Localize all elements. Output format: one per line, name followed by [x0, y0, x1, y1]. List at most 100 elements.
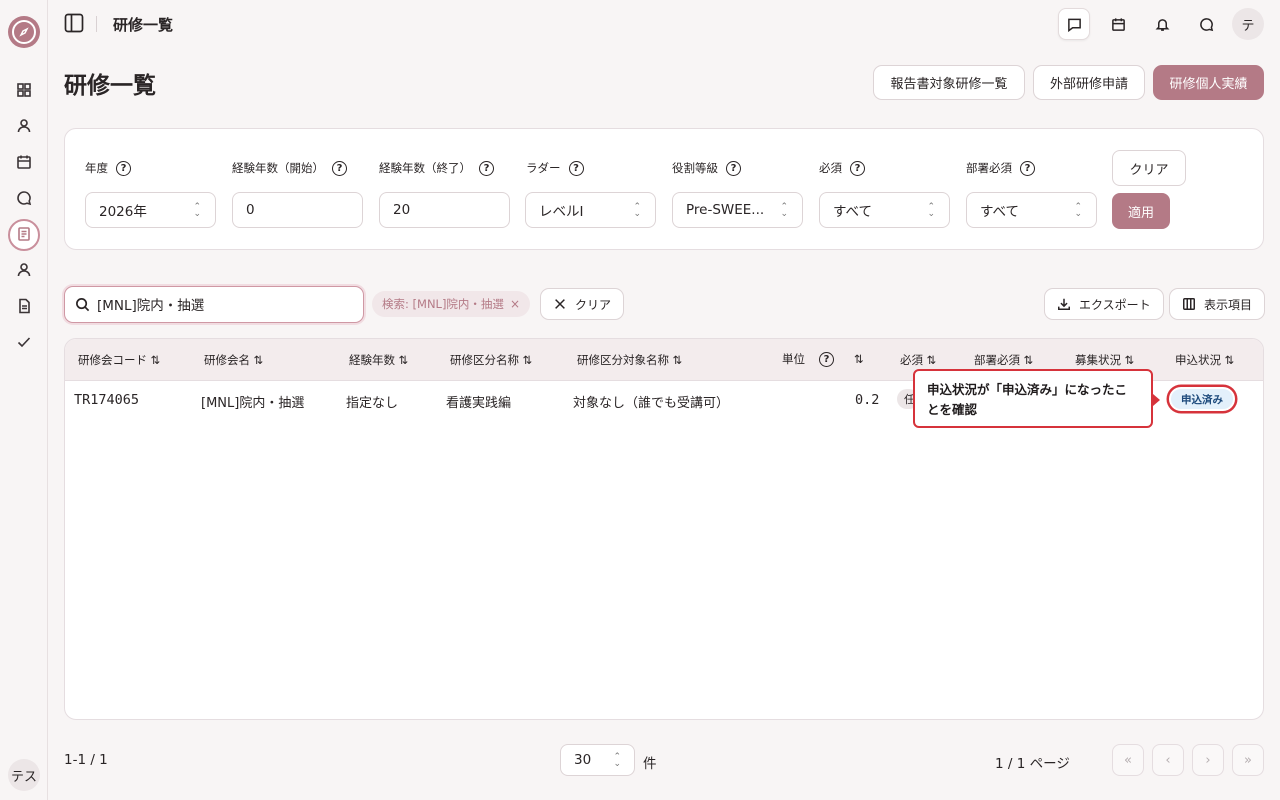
chevron-updown-icon: ⌃ ⌄	[1074, 202, 1082, 219]
filter-label-exp-start: 経験年数（開始）?	[232, 160, 347, 176]
feedback-button[interactable]	[1058, 8, 1090, 40]
filter-label-required: 必須?	[819, 160, 865, 176]
help-icon[interactable]: ?	[1020, 160, 1035, 176]
required-select[interactable]: すべて ⌃ ⌄	[819, 192, 950, 228]
help-icon[interactable]: ?	[116, 160, 131, 176]
search-box[interactable]	[64, 286, 364, 323]
help-icon[interactable]: ?	[819, 351, 834, 367]
column-header-code[interactable]: 研修会コード ⇅	[78, 352, 160, 368]
calendar-icon[interactable]	[14, 152, 34, 172]
compass-icon	[12, 20, 36, 44]
calendar-button[interactable]	[1102, 8, 1134, 40]
column-header-application[interactable]: 申込状況 ⇅	[1175, 352, 1234, 368]
search-input[interactable]	[97, 294, 347, 314]
per-page-select[interactable]: 30 ⌃ ⌄	[560, 744, 635, 776]
sort-icon: ⇅	[672, 353, 683, 367]
sort-icon: ⇅	[1224, 353, 1235, 367]
chevrons-right-icon: »	[1244, 752, 1252, 768]
profile-icon[interactable]	[14, 260, 34, 280]
column-header-required[interactable]: 必須 ⇅	[900, 352, 936, 368]
filter-label-role: 役割等級?	[672, 160, 741, 176]
close-icon[interactable]: ×	[510, 297, 520, 311]
export-button[interactable]: エクスポート	[1044, 288, 1164, 320]
sidebar-user-avatar[interactable]: テス	[8, 759, 40, 791]
dept-required-select[interactable]: すべて ⌃ ⌄	[966, 192, 1097, 228]
per-page-unit: 件	[643, 756, 657, 772]
external-training-apply-button[interactable]: 外部研修申請	[1033, 65, 1145, 100]
cell-category: 看護実践編	[446, 396, 512, 411]
filter-label-exp-end: 経験年数（終了）?	[379, 160, 494, 176]
exp-start-input[interactable]: 0	[232, 192, 363, 228]
search-filter-chip: 検索: [MNL]院内・抽選 ×	[372, 291, 530, 317]
sidebar-toggle-icon[interactable]	[64, 13, 84, 33]
user-icon[interactable]	[14, 116, 34, 136]
role-select[interactable]: Pre-SWEE... ⌃ ⌄	[672, 192, 803, 228]
chat-icon[interactable]	[14, 188, 34, 208]
messages-button[interactable]	[1190, 8, 1222, 40]
result-range: 1-1 / 1	[64, 752, 108, 768]
column-header-target[interactable]: 研修区分対象名称 ⇅	[577, 352, 682, 368]
dashboard-icon[interactable]	[14, 80, 34, 100]
column-header-name[interactable]: 研修会名 ⇅	[204, 352, 263, 368]
sort-icon: ⇅	[854, 352, 864, 366]
help-icon[interactable]: ?	[568, 160, 584, 176]
report-target-list-button[interactable]: 報告書対象研修一覧	[873, 65, 1025, 100]
help-icon[interactable]: ?	[332, 160, 347, 176]
page-title: 研修一覧	[64, 73, 156, 99]
cell-units: 0.2	[855, 392, 880, 408]
filter-label-dept-required: 部署必須?	[966, 160, 1035, 176]
filter-label-ladder: ラダー?	[526, 160, 584, 176]
filter-label-year: 年度?	[85, 160, 131, 176]
download-icon	[1058, 298, 1070, 310]
sort-icon: ⇅	[926, 353, 937, 367]
check-icon[interactable]	[14, 332, 34, 352]
breadcrumb-title: 研修一覧	[113, 16, 174, 34]
search-clear-button[interactable]: クリア	[540, 288, 625, 320]
column-header-dept-required[interactable]: 部署必須 ⇅	[974, 352, 1033, 368]
help-icon[interactable]: ?	[479, 160, 494, 176]
training-list-icon[interactable]	[14, 224, 34, 244]
divider	[96, 16, 97, 32]
chevron-updown-icon: ⌃ ⌄	[193, 202, 201, 219]
chevron-right-icon: ›	[1205, 752, 1211, 768]
sort-icon: ⇅	[1023, 353, 1034, 367]
callout-arrow	[1153, 394, 1160, 406]
chevron-updown-icon: ⌃ ⌄	[927, 202, 935, 219]
next-page-button[interactable]: ›	[1192, 744, 1224, 776]
chevrons-left-icon: «	[1124, 752, 1132, 768]
application-status-badge: 申込済み	[1169, 387, 1235, 411]
sort-icon: ⇅	[150, 353, 161, 367]
year-select[interactable]: 2026年 ⌃ ⌄	[85, 192, 216, 228]
sort-icon: ⇅	[522, 353, 533, 367]
ladder-select[interactable]: レベルI ⌃ ⌄	[525, 192, 656, 228]
top-bar: 研修一覧 テ	[48, 0, 1280, 48]
personal-record-button[interactable]: 研修個人実績	[1153, 65, 1264, 100]
chip-label: 検索: [MNL]院内・抽選	[382, 297, 504, 311]
calendar-icon	[1111, 17, 1125, 31]
cell-target: 対象なし（誰でも受講可）	[573, 396, 730, 411]
app-logo[interactable]	[8, 16, 40, 48]
column-header-units[interactable]: 単位? ⇅	[782, 351, 864, 367]
sidebar: テス	[0, 0, 48, 800]
help-icon[interactable]: ?	[850, 160, 865, 176]
sort-icon: ⇅	[1124, 353, 1135, 367]
annotation-callout: 申込状況が「申込済み」になったことを確認	[913, 369, 1153, 428]
help-icon[interactable]: ?	[726, 160, 741, 176]
user-avatar[interactable]: テ	[1232, 8, 1264, 40]
column-header-category[interactable]: 研修区分名称 ⇅	[450, 352, 532, 368]
exp-end-input[interactable]: 20	[379, 192, 510, 228]
chevron-updown-icon: ⌃ ⌄	[633, 202, 641, 219]
column-header-experience[interactable]: 経験年数 ⇅	[349, 352, 408, 368]
column-settings-button[interactable]: 表示項目	[1169, 288, 1266, 320]
notifications-button[interactable]	[1146, 8, 1178, 40]
document-icon[interactable]	[14, 296, 34, 316]
chat-icon	[1199, 17, 1213, 31]
search-icon	[76, 298, 90, 312]
column-header-recruitment[interactable]: 募集状況 ⇅	[1075, 352, 1134, 368]
filter-apply-button[interactable]: 適用	[1112, 193, 1170, 229]
last-page-button[interactable]: »	[1232, 744, 1264, 776]
first-page-button[interactable]: «	[1112, 744, 1144, 776]
filter-clear-button[interactable]: クリア	[1112, 150, 1186, 186]
prev-page-button[interactable]: ‹	[1152, 744, 1184, 776]
cell-code: TR174065	[74, 392, 140, 408]
